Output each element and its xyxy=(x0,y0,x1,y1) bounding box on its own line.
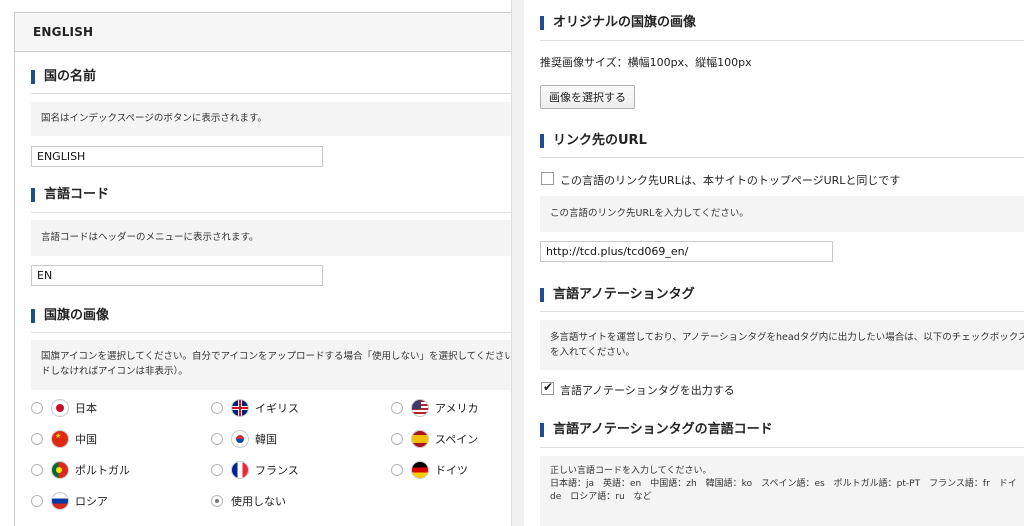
annotation-code-heading: 言語アノテーションタグの言語コード xyxy=(540,423,773,437)
flag-option-label: 中国 xyxy=(75,433,97,446)
language-code-input[interactable]: EN xyxy=(31,265,323,286)
flag-option-germany[interactable]: ドイツ xyxy=(391,459,468,481)
same-url-checkbox-label[interactable]: この言語のリンク先URLは、本サイトのトップページURLと同じです xyxy=(560,172,900,188)
divider xyxy=(31,93,511,94)
flag-option-label: 日本 xyxy=(75,402,97,415)
language-tab-label: ENGLISH xyxy=(33,25,94,39)
flag-option-label: 使用しない xyxy=(231,495,286,508)
flag-note-line2: ドしなければアイコンは非表示）。 xyxy=(41,366,188,377)
country-name-note: 国名はインデックスページのボタンに表示されます。 xyxy=(31,102,511,136)
flag-option-china[interactable]: ★ 中国 xyxy=(31,428,97,450)
spain-flag-icon xyxy=(411,430,429,448)
flag-option-label: フランス xyxy=(255,464,299,477)
radio-button[interactable] xyxy=(211,433,223,445)
usa-flag-icon xyxy=(411,399,429,417)
annotation-tag-heading: 言語アノテーションタグ xyxy=(540,288,695,302)
original-flag-heading: オリジナルの国旗の画像 xyxy=(540,16,696,30)
flag-option-france[interactable]: フランス xyxy=(211,459,299,481)
divider xyxy=(540,40,1024,41)
same-url-checkbox[interactable] xyxy=(541,172,554,185)
divider xyxy=(540,447,1024,448)
country-name-input[interactable]: ENGLISH xyxy=(31,146,323,167)
recommended-size-text: 推奨画像サイズ：横幅100px、縦幅100px xyxy=(540,56,752,69)
flag-option-portugal[interactable]: ポルトガル xyxy=(31,459,130,481)
radio-button-selected[interactable] xyxy=(211,495,223,507)
flag-image-heading: 国旗の画像 xyxy=(31,309,109,323)
left-language-panel: ENGLISH 国の名前 国名はインデックスページのボタンに表示されます。 EN… xyxy=(0,0,512,526)
annotation-note-line1: 多言語サイトを運営しており、アノテーションタグをheadタグ内に出力したい場合は… xyxy=(550,332,1024,343)
annotation-code-note: 正しい言語コードを入力してください。 日本語：ja 英語：en 中国語：zh 韓… xyxy=(540,456,1024,526)
russia-flag-icon xyxy=(51,492,69,510)
flag-option-label: ロシア xyxy=(75,495,108,508)
link-url-note: この言語のリンク先URLを入力してください。 xyxy=(540,196,1024,232)
portugal-flag-icon xyxy=(51,461,69,479)
annotation-code-line3: de ロシア語：ru など xyxy=(550,492,652,502)
china-flag-icon: ★ xyxy=(51,430,69,448)
flag-option-label: アメリカ xyxy=(435,402,479,415)
japan-flag-icon xyxy=(51,399,69,417)
output-annotation-checkbox[interactable] xyxy=(541,380,554,395)
language-tab-header[interactable]: ENGLISH xyxy=(14,12,511,52)
annotation-note-line2: を入れてください。 xyxy=(550,347,635,358)
flag-option-uk[interactable]: イギリス xyxy=(211,397,299,419)
radio-button[interactable] xyxy=(391,402,403,414)
flag-option-label: ドイツ xyxy=(435,464,468,477)
language-code-heading: 言語コード xyxy=(31,188,109,202)
flag-image-note: 国旗アイコンを選択してください。自分でアイコンをアップロードする場合「使用しない… xyxy=(31,340,512,390)
divider xyxy=(31,212,511,213)
radio-button[interactable] xyxy=(211,464,223,476)
country-name-heading: 国の名前 xyxy=(31,70,96,84)
output-annotation-checkbox-label[interactable]: 言語アノテーションタグを出力する xyxy=(560,382,735,398)
france-flag-icon xyxy=(231,461,249,479)
language-code-note: 言語コードはヘッダーのメニューに表示されます。 xyxy=(31,220,511,256)
flag-option-japan[interactable]: 日本 xyxy=(31,397,97,419)
flag-option-usa[interactable]: アメリカ xyxy=(391,397,478,419)
flag-option-none[interactable]: 使用しない xyxy=(211,490,286,512)
uk-flag-icon xyxy=(231,399,249,417)
germany-flag-icon xyxy=(411,461,429,479)
radio-button[interactable] xyxy=(31,495,43,507)
divider xyxy=(540,157,1024,158)
link-url-input[interactable]: http://tcd.plus/tcd069_en/ xyxy=(540,241,833,262)
radio-button[interactable] xyxy=(31,464,43,476)
flag-option-label: ポルトガル xyxy=(75,464,130,477)
flag-option-korea[interactable]: 韓国 xyxy=(211,428,277,450)
flag-option-label: 韓国 xyxy=(255,433,277,446)
select-image-button[interactable]: 画像を選択する xyxy=(540,85,635,109)
divider xyxy=(31,332,511,333)
flag-option-label: スペイン xyxy=(435,433,479,446)
radio-button[interactable] xyxy=(31,433,43,445)
korea-flag-icon xyxy=(231,430,249,448)
radio-button[interactable] xyxy=(391,464,403,476)
link-url-heading: リンク先のURL xyxy=(540,134,647,148)
language-settings-body: 国の名前 国名はインデックスページのボタンに表示されます。 ENGLISH 言語… xyxy=(14,51,512,526)
annotation-code-line1: 正しい言語コードを入力してください。 xyxy=(550,466,712,476)
annotation-code-line2: 日本語：ja 英語：en 中国語：zh 韓国語：ko スペイン語：es ポルトガ… xyxy=(550,479,1017,489)
flag-option-label: イギリス xyxy=(255,402,299,415)
radio-button[interactable] xyxy=(391,433,403,445)
right-settings-panel: オリジナルの国旗の画像 推奨画像サイズ：横幅100px、縦幅100px 画像を選… xyxy=(524,0,1024,526)
divider xyxy=(540,311,1024,312)
radio-button[interactable] xyxy=(31,402,43,414)
annotation-tag-note: 多言語サイトを運営しており、アノテーションタグをheadタグ内に出力したい場合は… xyxy=(540,320,1024,370)
radio-button[interactable] xyxy=(211,402,223,414)
flag-option-russia[interactable]: ロシア xyxy=(31,490,108,512)
flag-note-line1: 国旗アイコンを選択してください。自分でアイコンをアップロードする場合「使用しない… xyxy=(41,351,512,362)
flag-option-spain[interactable]: スペイン xyxy=(391,428,478,450)
